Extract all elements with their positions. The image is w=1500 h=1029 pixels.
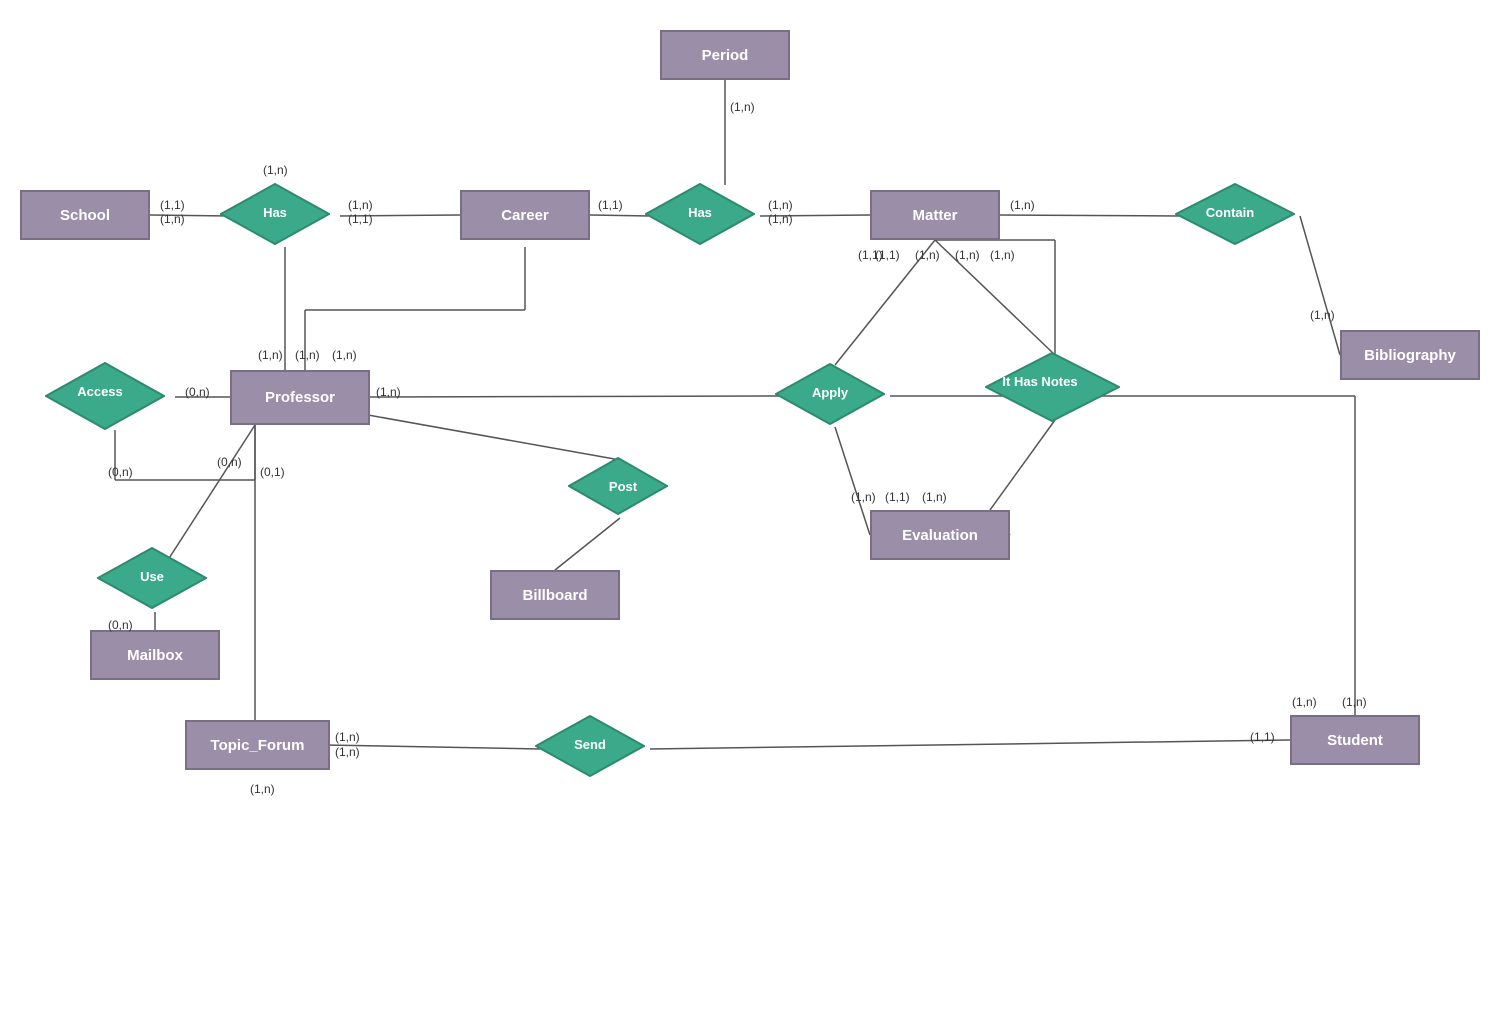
- label-prof-use: (0,n): [217, 455, 242, 469]
- label-has2-prof-a: (1,n): [295, 348, 320, 362]
- diamond-it-has-notes: It Has Notes: [985, 352, 1095, 412]
- entity-career: Career: [460, 190, 590, 240]
- label-prof-apply: (1,n): [376, 385, 401, 399]
- label-access-prof: (0,n): [185, 385, 210, 399]
- label-has1-career-b: (1,1): [348, 212, 373, 226]
- entity-school: School: [20, 190, 150, 240]
- diamond-has2: Has: [645, 183, 755, 243]
- label-forum-send-b: (1,n): [335, 745, 360, 759]
- label-has1-career-a: (1,n): [348, 198, 373, 212]
- diagram-lines: [0, 0, 1500, 1029]
- entity-mailbox: Mailbox: [90, 630, 220, 680]
- entity-billboard: Billboard: [490, 570, 620, 620]
- entity-topic-forum: Topic_Forum: [185, 720, 330, 770]
- label-has2-matter-b: (1,n): [768, 212, 793, 226]
- label-matter-2: (1,n): [915, 248, 940, 262]
- diamond-post: Post: [568, 457, 678, 517]
- label-access-loop-b: (0,1): [260, 465, 285, 479]
- label-matter-contain: (1,n): [1010, 198, 1035, 212]
- label-send-student: (1,1): [1250, 730, 1275, 744]
- label-career-has2: (1,1): [598, 198, 623, 212]
- label-apply-eval-a: (1,n): [851, 490, 876, 504]
- label-matter-1: (1,1): [875, 248, 900, 262]
- label-has2-matter-a: (1,n): [768, 198, 793, 212]
- label-student-b: (1,n): [1342, 695, 1367, 709]
- label-has3-prof-a: (1,n): [332, 348, 357, 362]
- diamond-access: Access: [45, 362, 155, 422]
- label-apply-eval-b: (1,1): [885, 490, 910, 504]
- label-contain-bib: (1,n): [1310, 308, 1335, 322]
- label-access-loop-a: (0,n): [108, 465, 133, 479]
- label-matter-ithasnotes-a: (1,n): [990, 248, 1015, 262]
- diamond-send: Send: [535, 715, 645, 775]
- label-use-mailbox: (0,n): [108, 618, 133, 632]
- diamond-use: Use: [97, 547, 207, 607]
- label-has1-prof-a: (1,n): [258, 348, 283, 362]
- label-apply-eval-c: (1,n): [922, 490, 947, 504]
- label-student-a: (1,n): [1292, 695, 1317, 709]
- label-forum-send-c: (1,n): [250, 782, 275, 796]
- diamond-contain: Contain: [1175, 183, 1285, 243]
- label-period-has2: (1,n): [730, 100, 755, 114]
- entity-period: Period: [660, 30, 790, 80]
- entity-matter: Matter: [870, 190, 1000, 240]
- entity-professor: Professor: [230, 370, 370, 425]
- label-school-has1-b: (1,n): [160, 212, 185, 226]
- label-matter-3: (1,n): [955, 248, 980, 262]
- label-has1-top: (1,n): [263, 163, 288, 177]
- label-school-has1-a: (1,1): [160, 198, 185, 212]
- er-diagram: Period School Career Matter Professor Bi…: [0, 0, 1500, 1029]
- entity-student: Student: [1290, 715, 1420, 765]
- entity-bibliography: Bibliography: [1340, 330, 1480, 380]
- entity-evaluation: Evaluation: [870, 510, 1010, 560]
- label-forum-send-a: (1,n): [335, 730, 360, 744]
- diamond-apply: Apply: [775, 363, 885, 423]
- diamond-has1: Has: [220, 183, 330, 243]
